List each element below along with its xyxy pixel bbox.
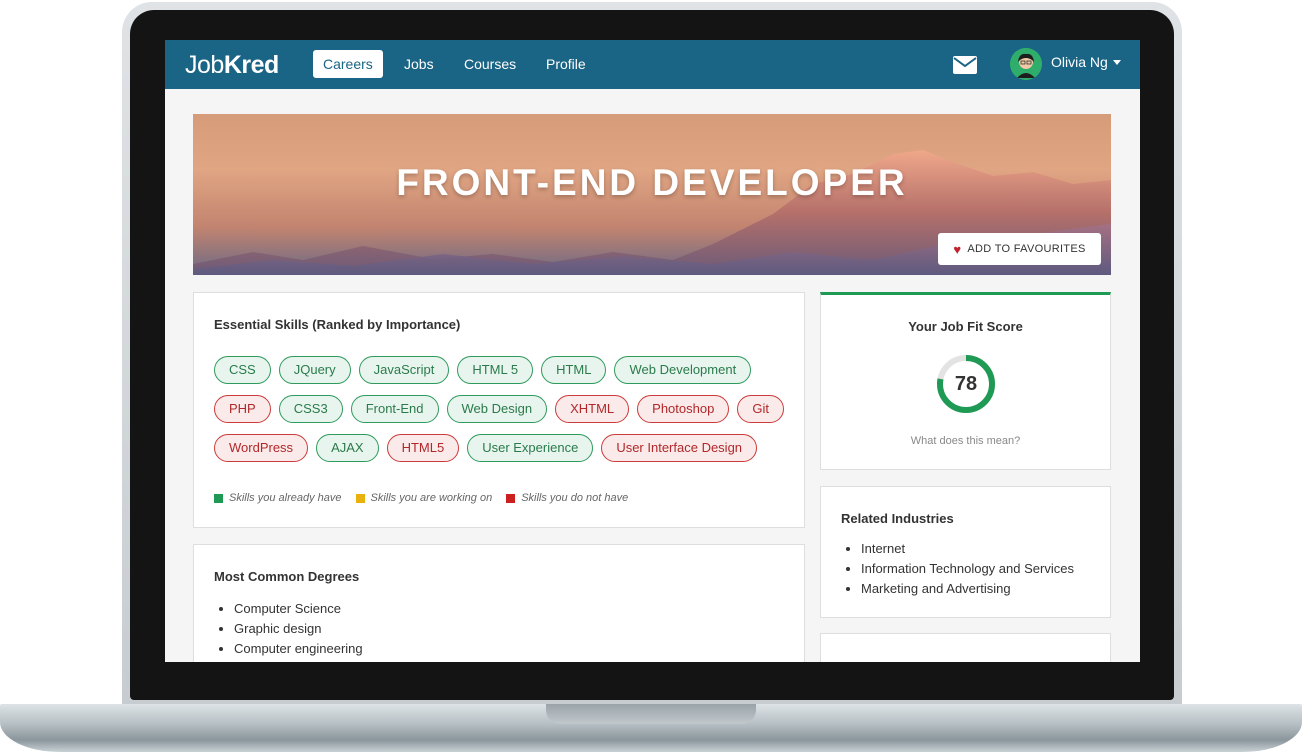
user-name[interactable]: Olivia Ng bbox=[1051, 54, 1108, 70]
list-item: Information Technology and Services bbox=[861, 559, 1074, 579]
skill-tag[interactable]: WordPress bbox=[214, 434, 309, 462]
job-fit-score-value: 78 bbox=[954, 373, 978, 395]
skill-tag[interactable]: Front-End bbox=[350, 395, 439, 423]
skill-tag[interactable]: User Experience bbox=[467, 434, 594, 462]
skill-tag[interactable]: HTML bbox=[541, 356, 607, 384]
related-industries-heading: Related Industries bbox=[841, 511, 954, 526]
skill-tag[interactable]: XHTML bbox=[555, 395, 630, 423]
legend-swatch bbox=[355, 493, 365, 503]
skill-tag[interactable]: Web Design bbox=[446, 395, 548, 423]
skill-tag[interactable]: HTML 5 bbox=[457, 356, 534, 384]
skill-row: PHP CSS3 Front-End Web Design XHTML Photoshop… bbox=[214, 395, 794, 423]
skill-tag[interactable]: PHP bbox=[214, 395, 271, 423]
skill-tag-list: CSS JQuery JavaScript HTML 5 HTML Web Develop… bbox=[214, 356, 794, 473]
skill-tag[interactable]: Git bbox=[737, 395, 784, 423]
add-to-favourites-button[interactable]: ♥ ADD TO FAVOURITES bbox=[938, 233, 1101, 265]
skill-tag[interactable]: CSS3 bbox=[278, 395, 343, 423]
legend-item: Skills you are working on bbox=[355, 492, 493, 504]
legend-label: Skills you already have bbox=[229, 492, 342, 504]
essential-skills-heading: Essential Skills (Ranked by Importance) bbox=[214, 317, 461, 332]
skill-tag[interactable]: HTML5 bbox=[386, 434, 460, 462]
mail-icon[interactable] bbox=[953, 56, 977, 74]
skill-tag[interactable]: User Interface Design bbox=[601, 434, 758, 462]
skill-tag[interactable]: JavaScript bbox=[358, 356, 450, 384]
related-industries-card: Related Industries Internet Information … bbox=[820, 486, 1111, 618]
nav-profile[interactable]: Profile bbox=[536, 50, 596, 78]
degree-list: Computer Science Graphic design Computer… bbox=[234, 599, 363, 659]
common-degrees-heading: Most Common Degrees bbox=[214, 569, 360, 584]
skill-tag[interactable]: JQuery bbox=[278, 356, 351, 384]
list-item: Computer engineering bbox=[234, 639, 363, 659]
essential-skills-card: Essential Skills (Ranked by Importance) … bbox=[193, 292, 805, 528]
nav-careers[interactable]: Careers bbox=[313, 50, 383, 78]
screen: JobKred Careers Jobs Courses Profile Oli… bbox=[165, 40, 1140, 662]
hero-banner: FRONT-END DEVELOPER ♥ ADD TO FAVOURITES bbox=[193, 114, 1111, 275]
logo-light-text: Job bbox=[185, 51, 224, 79]
job-fit-score-card: Your Job Fit Score 78 What does this mea… bbox=[820, 292, 1111, 470]
legend-item: Skills you do not have bbox=[506, 492, 628, 504]
logo-bold-text: Kred bbox=[223, 51, 279, 79]
skill-tag[interactable]: AJAX bbox=[316, 434, 379, 462]
what-does-this-mean-link[interactable]: What does this mean? bbox=[821, 435, 1110, 447]
add-to-favourites-label: ADD TO FAVOURITES bbox=[967, 243, 1086, 255]
list-item: Computer Science bbox=[234, 599, 363, 619]
chevron-down-icon[interactable] bbox=[1113, 60, 1121, 65]
list-item: Internet bbox=[861, 539, 1074, 559]
skill-tag[interactable]: Web Development bbox=[614, 356, 752, 384]
skills-legend: Skills you already have Skills you are wo… bbox=[214, 492, 628, 504]
skill-tag[interactable]: Photoshop bbox=[637, 395, 730, 423]
nav-jobs[interactable]: Jobs bbox=[394, 50, 444, 78]
heart-icon: ♥ bbox=[953, 241, 962, 257]
career-title: FRONT-END DEVELOPER bbox=[396, 162, 908, 203]
skill-tag[interactable]: CSS bbox=[214, 356, 271, 384]
list-item: Graphic design bbox=[234, 619, 363, 639]
job-fit-heading: Your Job Fit Score bbox=[908, 319, 1023, 334]
top-navbar: JobKred Careers Jobs Courses Profile Oli… bbox=[165, 40, 1140, 89]
common-degrees-card: Most Common Degrees Computer Science Gra… bbox=[193, 544, 805, 662]
user-avatar[interactable] bbox=[1010, 48, 1042, 80]
skill-row: WordPress AJAX HTML5 User Experience User In… bbox=[214, 434, 794, 462]
laptop-notch bbox=[546, 704, 756, 724]
legend-label: Skills you do not have bbox=[521, 492, 629, 504]
industry-list: Internet Information Technology and Serv… bbox=[861, 539, 1074, 599]
legend-swatch bbox=[506, 493, 516, 503]
legend-label: Skills you are working on bbox=[370, 492, 493, 504]
jobkred-logo[interactable]: JobKred bbox=[185, 51, 279, 80]
skill-row: CSS JQuery JavaScript HTML 5 HTML Web Develop… bbox=[214, 356, 794, 384]
nav-courses[interactable]: Courses bbox=[454, 50, 526, 78]
job-functions-card bbox=[820, 633, 1111, 662]
list-item: Marketing and Advertising bbox=[861, 579, 1074, 599]
legend-swatch bbox=[214, 493, 223, 503]
legend-item: Skills you already have bbox=[214, 492, 342, 504]
